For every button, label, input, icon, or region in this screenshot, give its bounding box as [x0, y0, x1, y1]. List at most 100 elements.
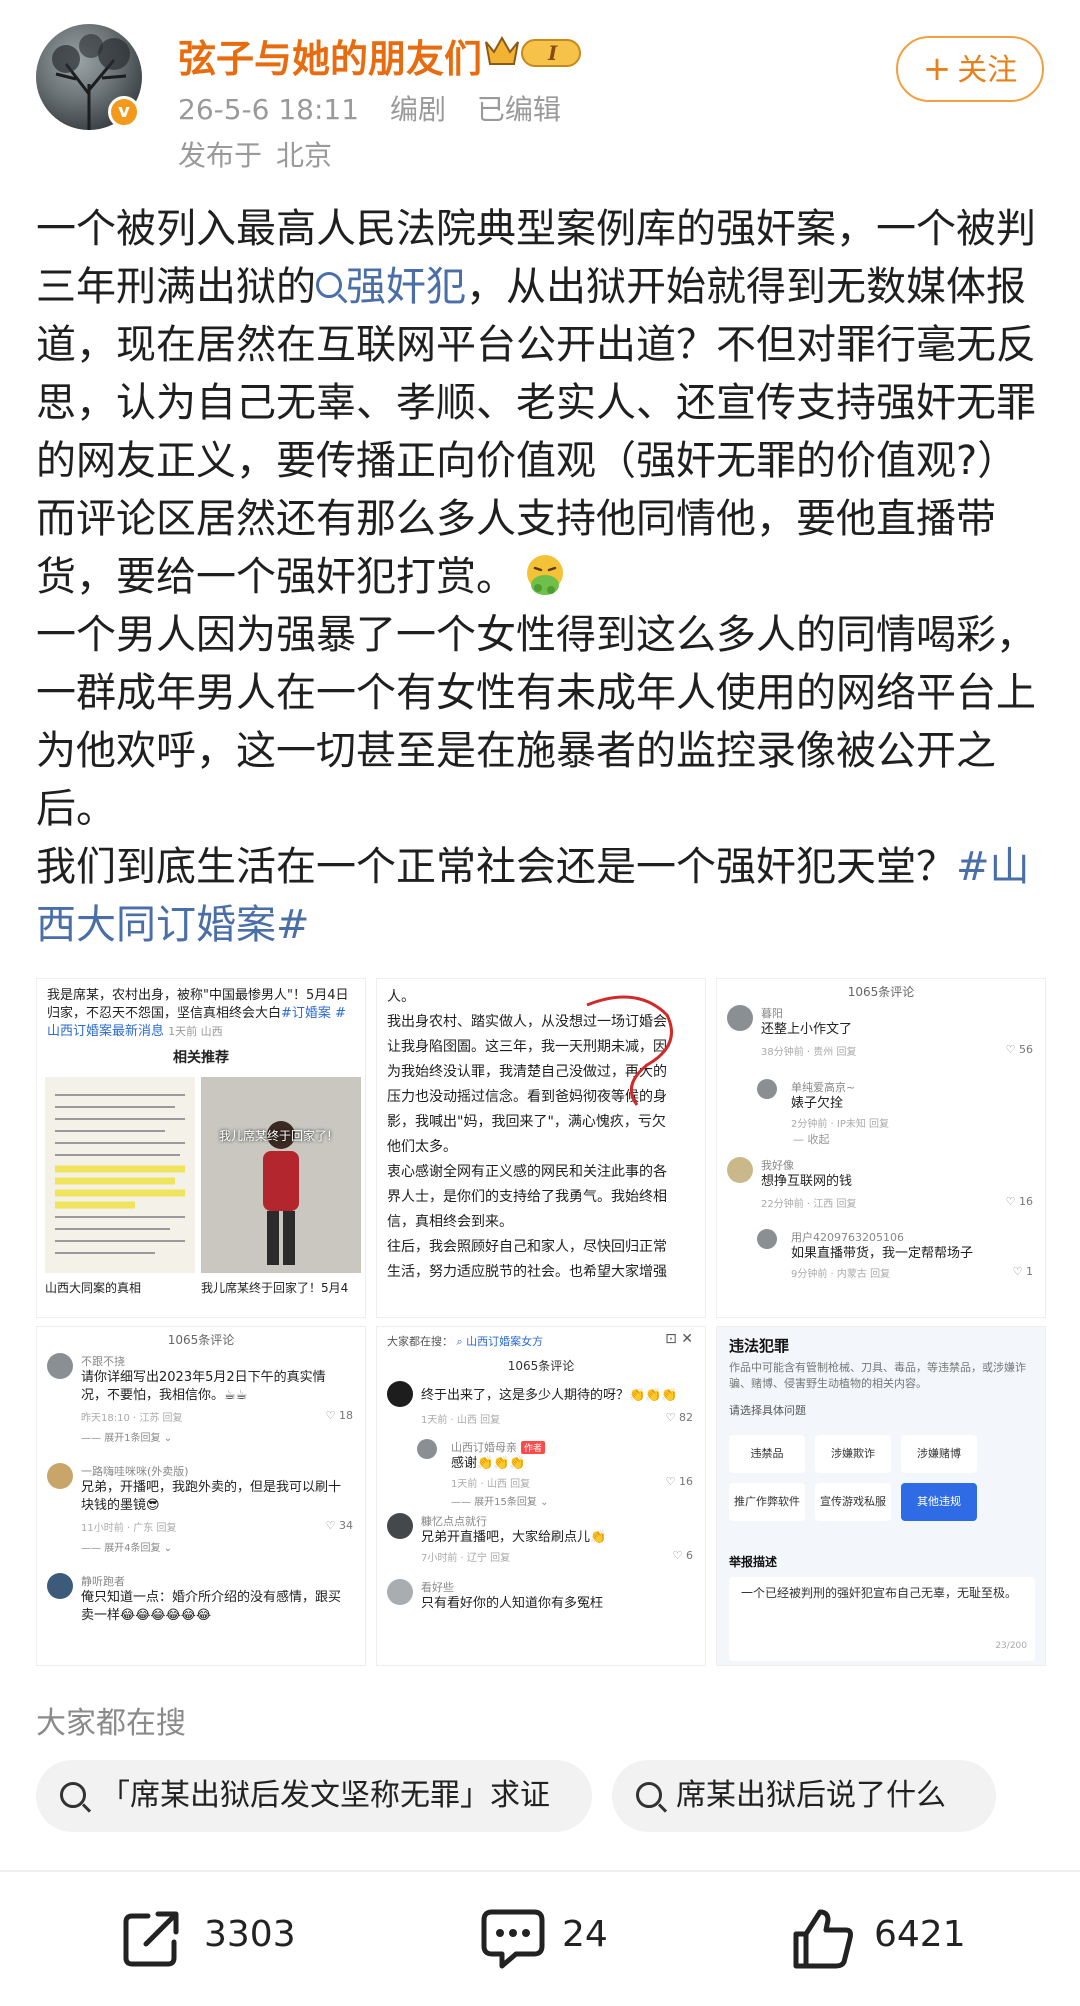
user-name[interactable]: 弦子与她的朋友们 [178, 28, 482, 83]
comment-button[interactable]: 24 [478, 1898, 658, 1978]
commenter-name: 用户4209763205106 [791, 1231, 904, 1244]
image-thumbnail-1[interactable]: 我是席某，农村出身，被称"中国最惨男人"！5月4日归家，不忍天不怨国，坚信真相终… [36, 978, 366, 1318]
image-thumbnail-6[interactable]: 违法犯罪 作品中可能含有管制枪械、刀具、毒品，等违禁品，或涉嫌诈骗、赌博、侵害野… [716, 1326, 1046, 1666]
comment-reply: 山西订婚母亲 作者 感谢👏👏👏 1天前 · 山西 回复 ♡ 16 —— 展开15条… [417, 1439, 697, 1509]
post-text-segment: ，从出狱开始就得到无数媒体报道，现在居然在互联网平台公开出道？不但对罪行毫无反思… [36, 264, 1036, 600]
statement-line: 往后，我会照顾好自己和家人，尽快回归正常 [387, 1239, 667, 1255]
svg-text:I: I [547, 41, 558, 65]
comment-likes: ♡ 1 [1012, 1265, 1033, 1278]
image-grid: 我是席某，农村出身，被称"中国最惨男人"！5月4日归家，不忍天不怨国，坚信真相终… [36, 978, 1046, 1668]
comment-text: 请你详细写出2023年5月2日下午的真实情况，不要怕，我相信你。☕☕ [81, 1370, 326, 1403]
comment-meta: 22分钟前 · 江西 回复 [761, 1199, 857, 1210]
choose-issue-label: 请选择具体问题 [729, 1404, 806, 1417]
document-thumbnail [45, 1077, 195, 1273]
edited-flag[interactable]: 已编辑 [477, 93, 561, 126]
comment-meta: 1天前 · 山西 回复 [451, 1479, 531, 1490]
follow-label: 关注 [957, 53, 1018, 88]
commenter-name: 看好些 [421, 1581, 454, 1594]
report-option: 违禁品 [729, 1435, 805, 1473]
search-suggestion-bar: 大家都在搜： ⌕ 山西订婚案女方 ⊡ ✕ [377, 1327, 705, 1353]
comment-text: 想挣互联网的钱 [761, 1174, 853, 1189]
report-desc-label: 举报描述 [729, 1555, 778, 1569]
avatar [417, 1439, 437, 1459]
hot-search-chip[interactable]: 席某出狱后说了什么 [612, 1760, 996, 1832]
image-thumbnail-4[interactable]: 1065条评论 不跟不挠 请你详细写出2023年5月2日下午的真实情况，不要怕，… [36, 1326, 366, 1666]
follow-button[interactable]: + 关注 [896, 36, 1044, 102]
comment-item: 静听跑者 俺只知道一点：婚介所介绍的没有感情，跟买卖一样😂😂😂😂😂😂 [47, 1573, 357, 1653]
comment-item: 糠忆点点就行 兄弟开直播吧，大家给刷点儿👏 7小时前 · 辽宁 回复 ♡ 6 [387, 1513, 697, 1569]
report-option: 宣传游戏私服 [815, 1483, 891, 1521]
thumbs-up-icon [793, 1909, 853, 1969]
comment-meta: 38分钟前 · 贵州 回复 [761, 1047, 857, 1058]
commenter-name: 我好像 [761, 1159, 794, 1172]
char-counter: 23/200 [995, 1641, 1027, 1651]
comment-item: 终于出来了，这是多少人期待的呀？👏👏👏 1天前 · 山西 回复 ♡ 82 [387, 1381, 697, 1435]
statement-line: 他们太多。 [387, 1139, 457, 1155]
comment-reply: 用户4209763205106 如果直播带货，我一定帮帮场子 9分钟前 · 内蒙… [757, 1229, 1037, 1289]
avatar [47, 1353, 73, 1379]
avatar [727, 1157, 753, 1183]
statement-line: 信，真相终会到来。 [387, 1214, 513, 1230]
share-icon [123, 1911, 179, 1967]
comment-item: 我好像 想挣互联网的钱 22分钟前 · 江西 回复 ♡ 16 [727, 1157, 1037, 1217]
hot-search-chip[interactable]: 「席某出狱后发文坚称无罪」求证 [36, 1760, 592, 1832]
comment-text: 只有看好你的人知道你有多冤枉 [421, 1596, 604, 1611]
post-header: v 弦子与她的朋友们 I 26-5-6 18:11 编剧 已编辑 发布于 北京 +… [0, 0, 1080, 180]
video-thumbnail: 我儿席某终于回家了! [201, 1077, 361, 1273]
post-date: 26-5-6 18:11 [178, 93, 360, 126]
avatar [387, 1579, 413, 1605]
comment-likes: ♡ 82 [665, 1411, 693, 1424]
topic-link-label: 强奸犯 [346, 264, 466, 310]
search-icon [316, 272, 342, 298]
expand-replies: —— 展开4条回复 ⌄ [81, 1543, 173, 1554]
image-thumbnail-5[interactable]: 大家都在搜： ⌕ 山西订婚案女方 ⊡ ✕ 1065条评论 终于出来了，这是多少人… [376, 1326, 706, 1666]
comment-count: 1065条评论 [167, 1333, 235, 1347]
related-heading: 相关推荐 [173, 1050, 229, 1066]
avatar [47, 1573, 73, 1599]
divider [0, 1870, 1080, 1872]
avatar [387, 1381, 413, 1407]
commenter-name: 不跟不挠 [81, 1355, 125, 1368]
commenter-name: 一路嗨哇咪咪(外卖版) [81, 1465, 189, 1478]
document-lines-icon [55, 1094, 185, 1254]
comment-meta: 1天前 · 山西 回复 [421, 1415, 501, 1426]
comment-text: 兄弟开直播吧，大家给刷点儿👏 [421, 1530, 607, 1545]
like-count: 6421 [874, 1914, 966, 1955]
topic-link[interactable]: 强奸犯 [316, 264, 466, 310]
comment-likes: ♡ 56 [1005, 1043, 1033, 1056]
commenter-name: 静听跑者 [81, 1575, 125, 1588]
avatar [727, 1005, 753, 1031]
avatar [757, 1079, 777, 1099]
commenter-name: 糠忆点点就行 [421, 1515, 487, 1528]
image-thumbnail-3[interactable]: 1065条评论 暮阳 还整上小作文了 38分钟前 · 贵州 回复 ♡ 56 单纯… [716, 978, 1046, 1318]
crown-rank-badge-icon[interactable]: I [482, 32, 586, 72]
share-button[interactable]: 3303 [120, 1898, 340, 1978]
share-count: 3303 [204, 1914, 296, 1955]
comment-text: 兄弟，开播吧，我跑外卖的，但是我可以刷十块钱的墨镜😎 [81, 1480, 342, 1513]
avatar [387, 1513, 413, 1539]
commenter-name: 山西订婚母亲 作者 [451, 1439, 546, 1455]
post-meta: 26-5-6 18:11 编剧 已编辑 [178, 88, 583, 128]
comment-count: 1065条评论 [507, 1359, 575, 1373]
comment-item: 一路嗨哇咪咪(外卖版) 兄弟，开播吧，我跑外卖的，但是我可以刷十块钱的墨镜😎 1… [47, 1463, 357, 1563]
screenshot-meta: 1天前 山西 [168, 1025, 223, 1038]
report-option: 涉嫌欺诈 [815, 1435, 891, 1473]
search-icon [636, 1782, 662, 1808]
report-desc-box: 一个已经被判刑的强奸犯宣布自己无辜，无耻至极。 23/200 [729, 1577, 1035, 1661]
search-prefix: 大家都在搜： [387, 1335, 453, 1348]
report-category-title: 违法犯罪 [729, 1337, 790, 1355]
vomit-emoji-icon [527, 555, 563, 595]
report-option: 推广作弊软件 [729, 1483, 805, 1521]
comment-meta: 2分钟前 · IP未知 回复 [791, 1119, 890, 1130]
comment-reply: 单纯爱高京~ 婊子欠拴 2分钟前 · IP未知 回复 [757, 1079, 1037, 1130]
red-annotation-mark-icon [586, 995, 673, 1106]
image-thumbnail-2[interactable]: 人。 我出身农村、踏实做人，从没想过一场订婚会 让我身陷囹圄。这三年，我一天刑期… [376, 978, 706, 1318]
comment-likes: ♡ 16 [665, 1475, 693, 1488]
comment-text: 俺只知道一点：婚介所介绍的没有感情，跟买卖一样😂😂😂😂😂😂 [81, 1590, 342, 1623]
like-button[interactable]: 6421 [790, 1898, 1010, 1978]
thumbnail-caption-left: 山西大同案的真相 [45, 1281, 142, 1295]
report-option: 涉嫌赌博 [901, 1435, 977, 1473]
post-location: 发布于 北京 [178, 134, 332, 174]
commenter-name: 暮阳 [761, 1007, 783, 1020]
statement-line: 衷心感谢全网有正义感的网民和关注此事的各 [387, 1164, 667, 1180]
